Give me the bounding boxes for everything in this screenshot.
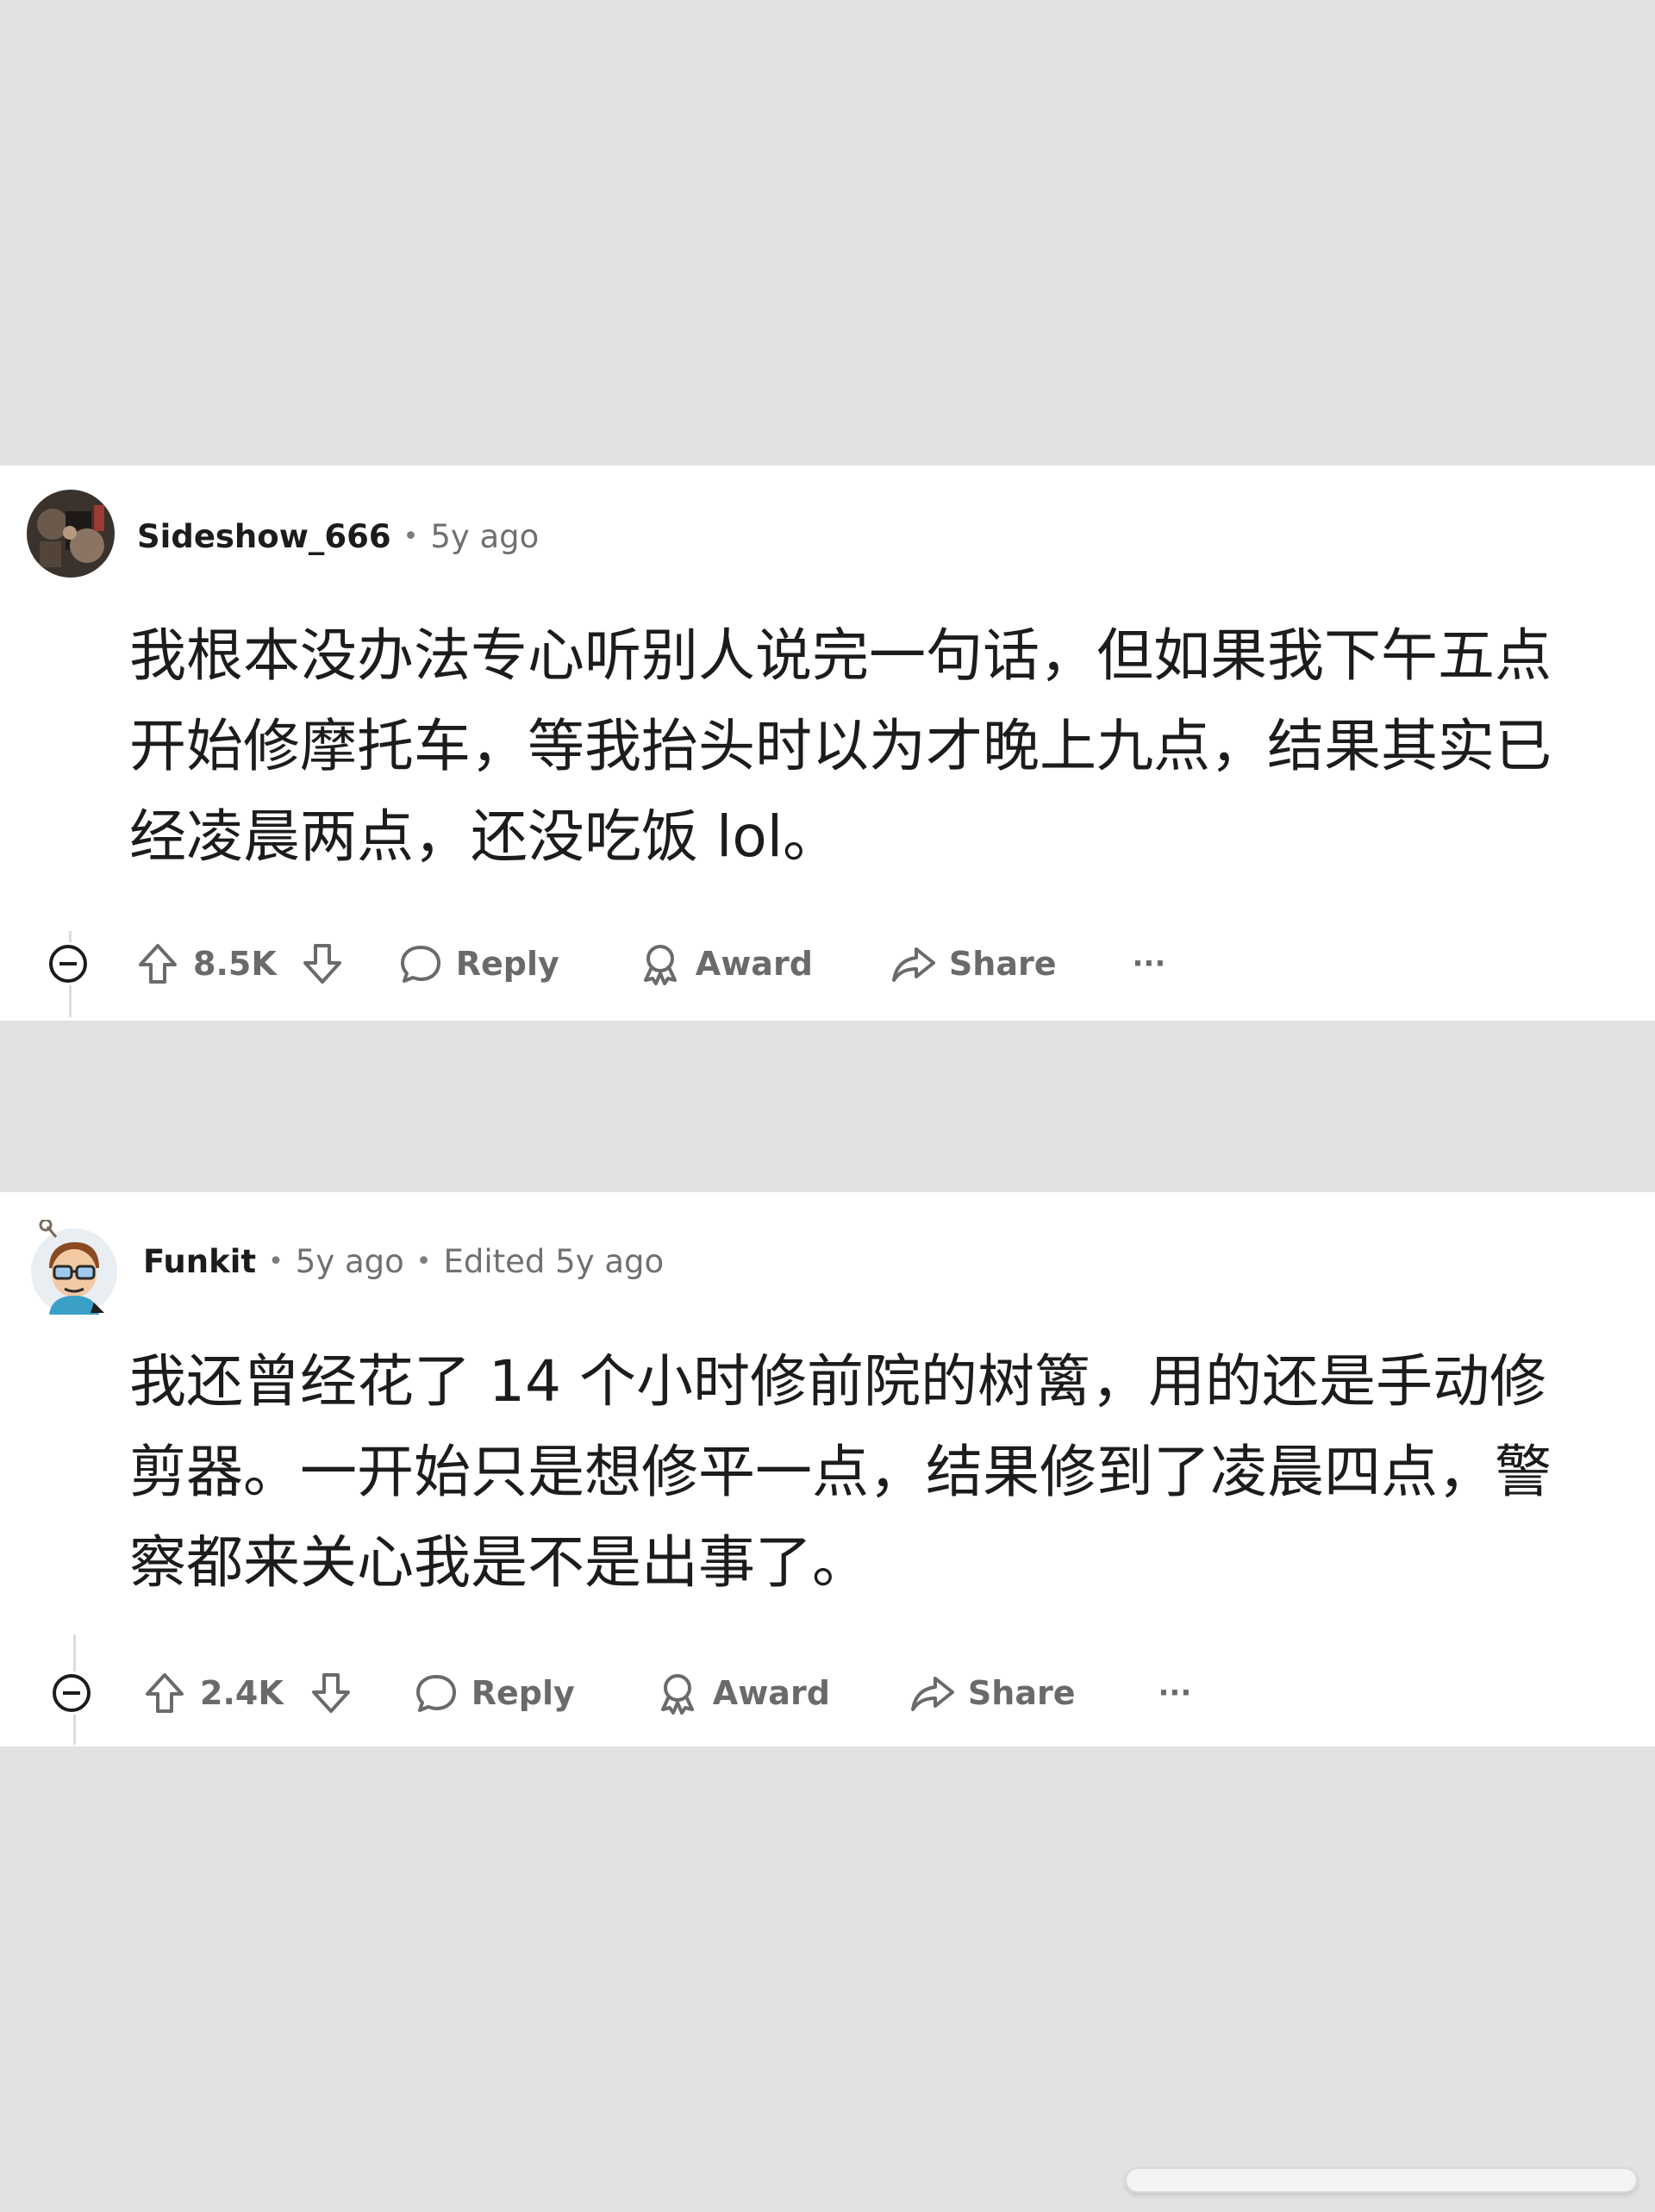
reply-label: Reply — [455, 945, 559, 983]
share-icon — [910, 1677, 954, 1711]
timestamp: 5y ago — [430, 517, 540, 555]
avatar-image — [31, 1218, 117, 1315]
vote-score: 2.4K — [200, 1674, 284, 1712]
comment-body: 我还曾经花了 14 个小时修前院的树篱，用的还是手动修剪器。一开始只是想修平一点… — [129, 1348, 1552, 1596]
reply-label: Reply — [471, 1674, 575, 1712]
separator-dot: • — [403, 521, 419, 552]
avatar-image — [27, 490, 115, 578]
more-options-button[interactable]: ··· — [1158, 1676, 1191, 1710]
award-button[interactable]: Award — [654, 1670, 830, 1716]
horizontal-scrollbar[interactable] — [1125, 2167, 1638, 2193]
comment-body: 我根本没办法专心听别人说完一句话，但如果我下午五点开始修摩托车，等我抬头时以为才… — [129, 622, 1552, 870]
downvote-icon — [303, 944, 341, 984]
award-button[interactable]: Award — [637, 940, 813, 987]
share-label: Share — [948, 945, 1057, 983]
comment-meta: Sideshow_666 • 5y ago — [137, 510, 539, 562]
downvote-button[interactable] — [299, 940, 346, 987]
collapse-icon — [53, 1674, 91, 1712]
comment-actions: 2.4K Reply Award Share ··· — [50, 1659, 1191, 1728]
upvote-icon — [139, 944, 177, 984]
edited-timestamp: Edited 5y ago — [443, 1242, 665, 1280]
more-icon: ··· — [1132, 947, 1166, 981]
username[interactable]: Sideshow_666 — [137, 518, 391, 555]
vote-score: 8.5K — [193, 945, 277, 983]
username[interactable]: Funkit — [143, 1243, 256, 1280]
downvote-button[interactable] — [308, 1670, 354, 1716]
collapse-button[interactable] — [50, 1671, 93, 1715]
reply-icon — [400, 946, 440, 983]
reply-icon — [415, 1675, 456, 1712]
reply-button[interactable]: Reply — [413, 1670, 575, 1716]
upvote-button[interactable] — [141, 1670, 188, 1716]
award-icon — [643, 945, 677, 985]
comment-meta: Funkit • 5y ago • Edited 5y ago — [143, 1235, 664, 1287]
timestamp: 5y ago — [295, 1242, 404, 1280]
collapse-button[interactable] — [47, 942, 90, 985]
share-icon — [891, 947, 935, 982]
share-label: Share — [967, 1674, 1076, 1712]
reply-button[interactable]: Reply — [397, 940, 559, 987]
upvote-button[interactable] — [134, 940, 181, 987]
more-icon: ··· — [1158, 1676, 1192, 1710]
share-button[interactable]: Share — [890, 940, 1057, 987]
share-button[interactable]: Share — [909, 1670, 1076, 1716]
award-label: Award — [695, 945, 813, 983]
more-options-button[interactable]: ··· — [1132, 947, 1165, 981]
user-avatar[interactable] — [30, 1218, 118, 1316]
separator-dot: • — [268, 1246, 284, 1277]
comment-actions: 8.5K Reply Award Share ··· — [47, 929, 1165, 998]
downvote-icon — [311, 1673, 350, 1713]
award-label: Award — [712, 1674, 830, 1712]
upvote-icon — [146, 1673, 184, 1713]
user-avatar[interactable] — [27, 490, 115, 578]
award-icon — [660, 1674, 694, 1715]
separator-dot: • — [415, 1246, 432, 1277]
collapse-icon — [49, 945, 87, 983]
